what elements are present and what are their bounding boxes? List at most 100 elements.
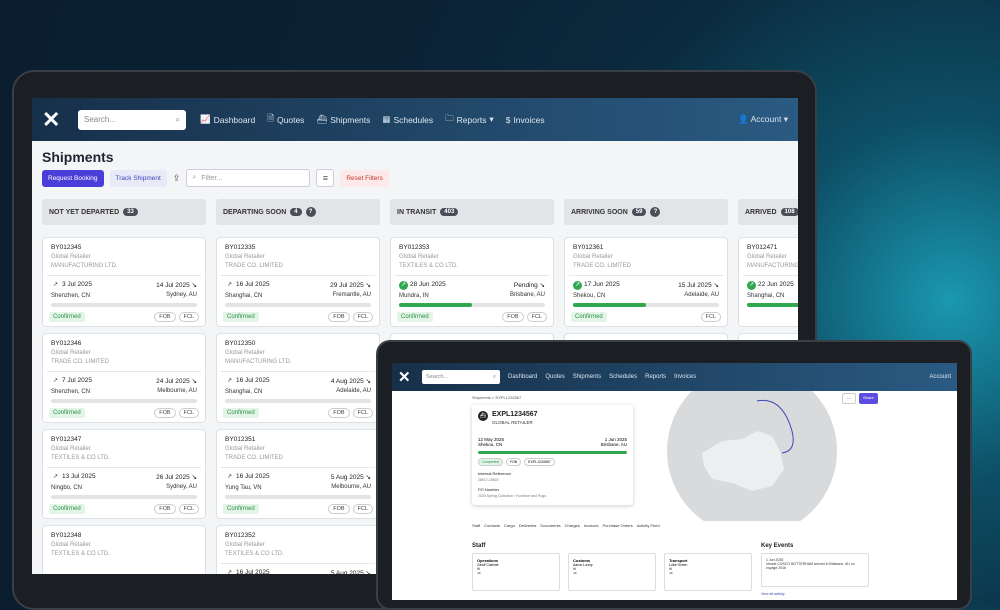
arrival-arrow-icon: ↘ xyxy=(713,282,719,289)
tag: FCL xyxy=(700,312,721,322)
tablet-nav-reports[interactable]: Reports xyxy=(645,374,666,380)
tag: FOB xyxy=(328,504,350,514)
nav-invoices[interactable]: $ Invoices xyxy=(506,113,545,127)
column-title: ARRIVED xyxy=(745,208,777,216)
booking-id: BY012348 xyxy=(51,532,82,539)
customer-name: Global Retailer xyxy=(225,350,265,356)
help-icon[interactable]: ? xyxy=(305,207,316,217)
progress-fill xyxy=(747,303,798,307)
filter-input[interactable]: ⌕ Filter... xyxy=(186,169,311,187)
tablet-nav-quotes[interactable]: Quotes xyxy=(545,374,564,380)
shipment-card[interactable]: BY012335 Global Retailer TRADE CO. LIMIT… xyxy=(216,237,380,327)
shipment-card[interactable]: BY012348 Global Retailer TEXTILES & CO L… xyxy=(42,525,206,574)
departure-date: 16 Jul 2025 xyxy=(236,569,270,574)
card-footer: Confirmed FOB FCL xyxy=(49,312,199,322)
tab-item[interactable]: Cargo xyxy=(504,523,515,528)
shipment-card[interactable]: BY012351 Global Retailer TRADE CO. LIMIT… xyxy=(216,429,380,519)
logo-icon[interactable]: ✕ xyxy=(398,368,414,386)
account-menu[interactable]: 👤 Account ▾ xyxy=(738,114,788,125)
customer-name: Global Retailer xyxy=(747,254,787,260)
tablet-nav-shipments[interactable]: Shipments xyxy=(573,374,601,380)
ship-icon: ⛴ xyxy=(478,411,488,421)
departure-arrow-icon: ↗ xyxy=(226,378,233,384)
logo-icon[interactable]: ✕ xyxy=(42,108,64,131)
shipment-card[interactable]: BY012471 Global Retailer MANUFACTURING L… xyxy=(738,237,798,327)
shipment-card[interactable]: BY012346 Global Retailer TRADE CO. LIMIT… xyxy=(42,333,206,423)
tablet-nav-dashboard[interactable]: Dashboard xyxy=(508,374,537,380)
search-placeholder: Search... xyxy=(84,115,117,124)
route: ↗ 7 Jul 2025 Shenzhen, CN 24 Jul 2025 ↘ Mel… xyxy=(47,371,201,395)
route: ↗ 13 Jul 2025 Ningbo, CN 26 Jul 2025 ↘ Sydn… xyxy=(47,467,201,491)
reset-filters-button[interactable]: Reset Filters xyxy=(340,169,389,187)
account-label: Account xyxy=(750,114,782,124)
shipment-card[interactable]: BY012347 Global Retailer TEXTILES & CO L… xyxy=(42,429,206,519)
shipment-card[interactable]: BY012361 Global Retailer TRADE CO. LIMIT… xyxy=(564,237,728,327)
shipment-card[interactable]: BY012353 Global Retailer TEXTILES & CO L… xyxy=(390,237,554,327)
breadcrumb[interactable]: Shipments > EXPL1234567 xyxy=(472,395,521,400)
phone-icon[interactable]: ☏ xyxy=(573,571,651,575)
origin: Shanghai, CN xyxy=(747,293,785,299)
card-footer: Confirmed FOB FCL xyxy=(49,504,199,514)
arrival-arrow-icon: ↘ xyxy=(365,282,371,289)
filter-placeholder: Filter... xyxy=(201,174,223,182)
tab-item[interactable]: Deliveries xyxy=(519,523,537,528)
shipment-card[interactable]: BY012350 Global Retailer MANUFACTURING L… xyxy=(216,333,380,423)
arrival-date: 5 Aug 2025 xyxy=(330,570,364,574)
key-event: 1 Jun 2025 Vessel COSCO BOTTERHAM arrived… xyxy=(761,553,869,587)
filter-options-icon[interactable]: ≡ xyxy=(316,169,335,187)
track-shipment-button[interactable]: Track Shipment xyxy=(109,169,167,187)
progress-bar xyxy=(478,451,627,454)
nav-shipments[interactable]: ⛴ Shipments xyxy=(316,113,370,127)
tablet-search-input[interactable]: Search... ⌕ xyxy=(422,370,500,384)
staff-card: Transport Luke Green ✉ ☏ xyxy=(664,553,752,591)
tab-item[interactable]: Activity Feed xyxy=(637,523,660,528)
shipment-card[interactable]: BY012345 Global Retailer MANUFACTURING L… xyxy=(42,237,206,327)
tablet-account-menu[interactable]: Account xyxy=(929,374,951,380)
shipment-card[interactable]: BY012352 Global Retailer TEXTILES & CO L… xyxy=(216,525,380,574)
progress-bar xyxy=(573,303,719,307)
progress-bar xyxy=(51,495,197,499)
card-footer: Confirmed FOB FCL xyxy=(223,504,373,514)
column-title: NOT YET DEPARTED xyxy=(49,208,120,216)
view-all-activity-link[interactable]: View all activity xyxy=(761,592,785,596)
document-icon: 🗎 xyxy=(267,112,275,123)
arrival-arrow-icon: ↘ xyxy=(539,282,545,289)
progress-bar xyxy=(225,495,371,499)
tag: FCL xyxy=(178,312,199,322)
search-input[interactable]: Search... ⌕ xyxy=(78,109,186,130)
upload-icon[interactable]: ⇪ xyxy=(173,173,181,184)
nav-dashboard[interactable]: 📈 Dashboard xyxy=(200,113,255,127)
progress-bar xyxy=(225,399,371,403)
arrival-arrow-icon: ↘ xyxy=(191,378,197,385)
destination: Melbourne, AU xyxy=(157,388,197,394)
supplier-name: TEXTILES & CO LTD. xyxy=(51,455,110,461)
tab-item[interactable]: Contacts xyxy=(484,523,500,528)
tablet-nav-schedules[interactable]: Schedules xyxy=(609,374,637,380)
arrival-date: 14 Jul 2025 xyxy=(156,282,190,289)
tab-item[interactable]: Invoices xyxy=(584,523,599,528)
help-icon[interactable]: ? xyxy=(650,207,661,217)
request-booking-button[interactable]: Request Booking xyxy=(42,169,104,187)
tab-item[interactable]: Staff xyxy=(472,523,480,528)
phone-icon[interactable]: ☏ xyxy=(669,571,747,575)
nav-schedules[interactable]: ▦ Schedules xyxy=(382,113,433,127)
nav-quotes[interactable]: 🗎 Quotes xyxy=(267,113,304,127)
origin: Shanghai, CN xyxy=(225,293,263,299)
route-map[interactable] xyxy=(662,391,842,521)
user-icon: 👤 xyxy=(738,114,749,124)
share-button[interactable]: Share xyxy=(859,393,878,404)
phone-icon[interactable]: ☏ xyxy=(477,571,555,575)
nav-reports[interactable]: 🗀 Reports ▾ xyxy=(445,113,494,127)
status-badge: Confirmed xyxy=(397,312,433,322)
event-text: Vessel COSCO BOTTERHAM arrived in Brisba… xyxy=(766,562,855,570)
more-options-icon[interactable]: ··· xyxy=(842,393,856,404)
tab-item[interactable]: Purchase Orders xyxy=(602,523,632,528)
booking-id: BY012352 xyxy=(225,532,256,539)
tab-item[interactable]: Charges xyxy=(565,523,580,528)
booking-id: BY012351 xyxy=(225,436,256,443)
nav-label: Reports xyxy=(456,114,487,125)
supplier-name: TEXTILES & CO LTD. xyxy=(225,551,284,557)
tablet-nav-invoices[interactable]: Invoices xyxy=(674,374,696,380)
tab-item[interactable]: Documents xyxy=(540,523,560,528)
booking-id: BY012471 xyxy=(747,244,778,251)
